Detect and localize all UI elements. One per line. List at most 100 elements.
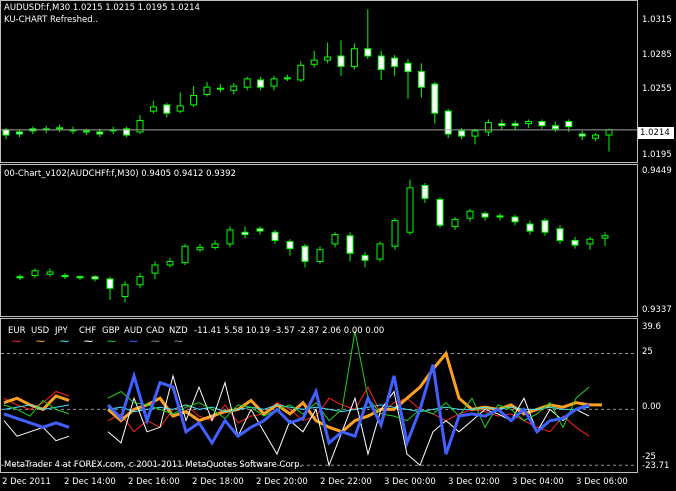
audchf-candle-body	[46, 271, 54, 275]
audusd-candle-body	[364, 48, 372, 57]
audusd-candle-body	[190, 95, 198, 106]
audusd-candle-body	[498, 123, 506, 127]
audusd-candle-body	[149, 106, 157, 112]
time-label: 2 Dec 14:00	[64, 477, 116, 487]
audusd-candle-body	[377, 55, 385, 71]
scale-label: 25	[642, 347, 653, 357]
audchf-candle-body	[331, 234, 339, 245]
legend-jpy: JPY	[55, 326, 68, 336]
audchf-candle-body	[316, 249, 324, 262]
audusd-candle-body	[551, 125, 559, 130]
audchf-candle-body	[91, 276, 99, 280]
chart-canvas	[1, 9, 637, 467]
legend-aud: AUD	[124, 326, 143, 336]
audchf-candle-body	[496, 215, 504, 218]
usd-swatch: ⁓	[36, 337, 45, 347]
audusd-candle-body	[578, 133, 586, 137]
audusd-candle-body	[283, 77, 291, 80]
time-label: 3 Dec 02:00	[448, 477, 500, 487]
audchf-candle-body	[121, 284, 129, 297]
scale-label: 39.6	[642, 322, 661, 332]
audusd-candle-body	[2, 129, 10, 136]
time-label: 2 Dec 20:00	[256, 477, 308, 487]
audchf-candle-body	[301, 245, 309, 262]
audusd-candle-body	[525, 121, 533, 125]
audusd-candle-body	[297, 64, 305, 81]
legend-nzd: NZD	[169, 326, 188, 336]
audusd-candle-body	[270, 78, 278, 87]
audchf-candle-body	[541, 220, 549, 233]
audchf-candle-body	[481, 213, 489, 218]
gbp-swatch: ⁓	[107, 337, 116, 347]
audchf-candle-body	[166, 260, 174, 266]
series-chf	[107, 373, 590, 467]
audusd-candle-body	[565, 121, 573, 128]
audchf-candle-body	[361, 255, 369, 261]
time-label: 3 Dec 00:00	[384, 477, 436, 487]
audchf-candle-body	[136, 276, 144, 286]
legend-chf: CHF	[79, 326, 97, 336]
audchf-candle-body	[346, 235, 354, 254]
main-chart-title: AUDUSDf:f,M30 1.0215 1.0215 1.0195 1.021…	[4, 3, 200, 13]
audchf-candle-body	[556, 228, 564, 241]
audusd-candle-body	[56, 127, 64, 130]
audusd-candle-body	[391, 57, 399, 67]
time-label: 3 Dec 04:00	[512, 477, 564, 487]
audchf-candle-body	[256, 228, 264, 232]
audusd-candle-body	[471, 130, 479, 137]
audchf-candle-body	[211, 243, 219, 248]
audchf-candle-body	[601, 235, 609, 239]
audusd-candle-body	[444, 110, 452, 135]
audchf-candle-body	[586, 238, 594, 245]
audusd-candle-body	[216, 87, 224, 90]
legend-values: -11.41 5.58 10.19 -3.57 -2.87 2.06 0.00 …	[194, 326, 385, 336]
time-axis[interactable]: 2 Dec 2011 2 Dec 14:00 2 Dec 16:00 2 Dec…	[0, 473, 676, 491]
audchf-candle-body	[151, 264, 159, 274]
audusd-candle-body	[15, 131, 23, 135]
time-label: 3 Dec 06:00	[576, 477, 628, 487]
scale-label: 0.9449	[642, 166, 672, 176]
audusd-candle-body	[337, 55, 345, 67]
legend-usd: USD	[31, 326, 50, 336]
time-label: 2 Dec 18:00	[192, 477, 244, 487]
scale-label: -23.71	[642, 461, 670, 471]
scale-label: 0.9337	[642, 305, 672, 315]
jpy-swatch: ⁓	[60, 337, 69, 347]
nzd-swatch: ⁓	[174, 337, 183, 347]
main-chart-status: KU-CHART Refreshed..	[4, 15, 99, 25]
series-aud	[3, 412, 70, 429]
copyright-footer: MetaTrader 4 at FOREX.com, c 2001-2011 M…	[4, 460, 303, 470]
scale-label: 1.0255	[642, 84, 672, 94]
audusd-candle-body	[310, 59, 318, 65]
legend-eur: EUR	[8, 326, 26, 336]
audchf-candle-body	[61, 274, 69, 278]
scale-label: 0.00	[642, 402, 661, 412]
cad-swatch: ⁓	[151, 337, 160, 347]
audusd-candle-body	[230, 85, 238, 91]
current-price-label: 1.0214	[638, 127, 674, 139]
audchf-candle-body	[271, 231, 279, 241]
audchf-candle-body	[436, 199, 444, 226]
aud-swatch: ⁓	[129, 337, 138, 347]
audusd-candle-body	[96, 131, 104, 135]
audchf-candle-body	[196, 246, 204, 251]
audusd-candle-body	[82, 130, 90, 133]
audchf-candle-body	[181, 245, 189, 264]
audusd-candle-body	[511, 123, 519, 127]
legend-cad: CAD	[146, 326, 165, 336]
audchf-candle-body	[31, 270, 39, 276]
audusd-candle-body	[243, 78, 251, 88]
scale-label: 1.0315	[642, 15, 672, 25]
audchf-candle-body	[571, 239, 579, 246]
audchf-candle-body	[526, 223, 534, 232]
audusd-candle-body	[176, 105, 184, 112]
audusd-candle-body	[324, 56, 332, 61]
audchf-candle-body	[511, 216, 519, 223]
audchf-candle-body	[241, 231, 249, 236]
audusd-candle-body	[605, 129, 613, 136]
audchf-candle-body	[451, 218, 459, 227]
audchf-candle-body	[76, 276, 84, 279]
audchf-candle-body	[466, 210, 474, 219]
scale-label: 1.0195	[642, 150, 672, 160]
legend-gbp: GBP	[102, 326, 120, 336]
